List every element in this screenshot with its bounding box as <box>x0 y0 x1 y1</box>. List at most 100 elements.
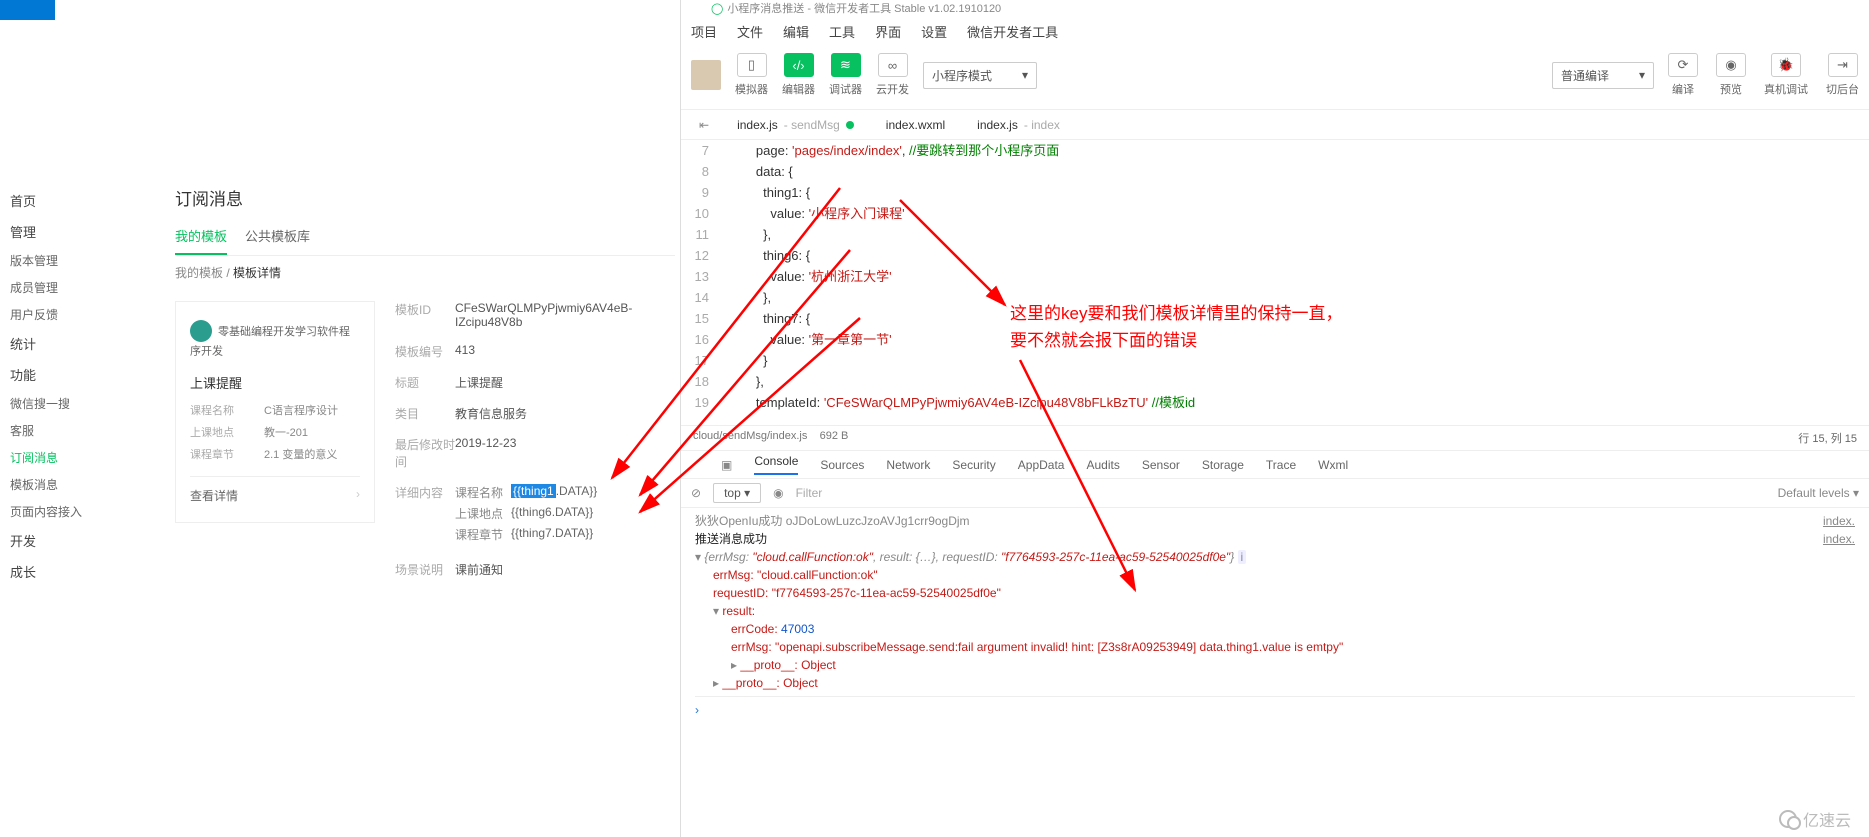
editor-statusbar: cloud/sendMsg/index.js 692 B 行 15, 列 15 <box>681 425 1869 451</box>
annotation-text: 这里的key要和我们模板详情里的保持一直， 要不然就会报下面的错误 <box>1010 300 1460 354</box>
file-tab[interactable]: index.wxml <box>872 113 959 137</box>
tab-my-templates[interactable]: 我的模板 <box>175 226 227 255</box>
detail-cat-value: 教育信息服务 <box>455 405 655 422</box>
detail-title-value: 上课提醒 <box>455 374 655 391</box>
template-preview-card: 零基础编程开发学习软件程序开发 上课提醒 课程名称C语言程序设计 上课地点教一-… <box>175 301 375 523</box>
detail-time-value: 2019-12-23 <box>455 436 655 470</box>
avatar <box>190 320 212 342</box>
editor-button[interactable]: ‹/›编辑器 <box>782 53 815 97</box>
nav-stats[interactable]: 统计 <box>0 328 110 359</box>
clear-console-icon[interactable]: ⊘ <box>691 486 701 500</box>
live-expression-icon[interactable]: ◉ <box>773 486 783 500</box>
ide-window: ◯小程序消息推送 - 微信开发者工具 Stable v1.02.1910120 … <box>680 0 1869 837</box>
nav-page-content[interactable]: 页面内容接入 <box>0 498 110 525</box>
nav-growth[interactable]: 成长 <box>0 556 110 587</box>
file-tabs: ⇤ index.js- sendMsg index.wxml index.js-… <box>681 110 1869 140</box>
card-row-k: 课程章节 <box>190 446 240 462</box>
nav-subscribe[interactable]: 订阅消息 <box>0 444 110 471</box>
window-title: ◯小程序消息推送 - 微信开发者工具 Stable v1.02.1910120 <box>681 0 1869 16</box>
menu-file[interactable]: 文件 <box>737 22 763 41</box>
nav-manage[interactable]: 管理 <box>0 216 110 247</box>
console-output[interactable]: 狄狄OpenIu成功 oJDoLowLuzcJzoAVJg1crr9ogDjmi… <box>681 508 1869 723</box>
tab-sensor[interactable]: Sensor <box>1142 458 1180 472</box>
card-row-k: 课程名称 <box>190 402 240 418</box>
mode-select[interactable]: 小程序模式▾ <box>923 62 1037 89</box>
blue-header-bar <box>0 0 55 20</box>
info-icon: i <box>1238 550 1247 564</box>
simulator-button[interactable]: ▯模拟器 <box>735 53 768 97</box>
tab-storage[interactable]: Storage <box>1202 458 1244 472</box>
breadcrumb: 我的模板 / 模板详情 <box>175 264 675 281</box>
app-name: 零基础编程开发学习软件程序开发 <box>190 326 350 358</box>
tab-trace[interactable]: Trace <box>1266 458 1296 472</box>
menu-tools[interactable]: 工具 <box>829 22 855 41</box>
card-row-k: 上课地点 <box>190 424 240 440</box>
tab-security[interactable]: Security <box>952 458 995 472</box>
tab-wxml[interactable]: Wxml <box>1318 458 1348 472</box>
nav-template-msg[interactable]: 模板消息 <box>0 471 110 498</box>
detail-cat-label: 类目 <box>395 405 455 422</box>
menu-ui[interactable]: 界面 <box>875 22 901 41</box>
detail-title-label: 标题 <box>395 374 455 391</box>
nav-features[interactable]: 功能 <box>0 359 110 390</box>
source-link[interactable]: index. <box>1823 530 1855 548</box>
crumb-root[interactable]: 我的模板 <box>175 266 223 280</box>
tab-appdata[interactable]: AppData <box>1018 458 1065 472</box>
menu-project[interactable]: 项目 <box>691 22 717 41</box>
body-v1: {{thing1.DATA}} <box>511 484 597 501</box>
menu-edit[interactable]: 编辑 <box>783 22 809 41</box>
detail-body-label: 详细内容 <box>395 484 455 547</box>
project-avatar <box>691 60 721 90</box>
tab-audits[interactable]: Audits <box>1086 458 1119 472</box>
card-row-v: 教一-201 <box>264 424 308 440</box>
detail-time-label: 最后修改时间 <box>395 436 455 470</box>
console-toolbar: ⊘ top ▾ ◉ Filter Default levels ▾ <box>681 479 1869 508</box>
nav-feedback[interactable]: 用户反馈 <box>0 301 110 328</box>
remote-debug-button[interactable]: 🐞真机调试 <box>1764 53 1808 97</box>
tab-public-templates[interactable]: 公共模板库 <box>245 226 310 255</box>
side-nav: 首页 管理 版本管理 成员管理 用户反馈 统计 功能 微信搜一搜 客服 订阅消息… <box>0 185 110 587</box>
nav-service[interactable]: 客服 <box>0 417 110 444</box>
detail-id-value: CFeSWarQLMPyPjwmiy6AV4eB-IZcipu48V8b <box>455 301 655 329</box>
body-k1: 课程名称 <box>455 484 511 501</box>
body-k3: 课程章节 <box>455 526 511 543</box>
debugger-button[interactable]: ≋调试器 <box>829 53 862 97</box>
detail-scene-value: 课前通知 <box>455 561 655 578</box>
detail-no-label: 模板编号 <box>395 343 455 360</box>
code-editor[interactable]: 78910111213141516171819 page: 'pages/ind… <box>681 140 1869 425</box>
nav-dev[interactable]: 开发 <box>0 525 110 556</box>
cursor-position: 行 15, 列 15 <box>1798 430 1857 446</box>
cloud-button[interactable]: ∞云开发 <box>876 53 909 97</box>
filter-input[interactable]: Filter <box>796 486 996 500</box>
tab-sources[interactable]: Sources <box>820 458 864 472</box>
menu-bar: 项目 文件 编辑 工具 界面 设置 微信开发者工具 <box>681 16 1869 47</box>
detail-no-value: 413 <box>455 343 655 360</box>
log-levels-select[interactable]: Default levels ▾ <box>1778 486 1859 500</box>
console-prompt[interactable]: › <box>695 696 1855 719</box>
compile-mode-select[interactable]: 普通编译▾ <box>1552 62 1654 89</box>
collapse-sidebar-icon[interactable]: ⇤ <box>689 118 719 132</box>
nav-search[interactable]: 微信搜一搜 <box>0 390 110 417</box>
watermark: 亿速云 <box>1779 807 1851 831</box>
chevron-right-icon: › <box>356 487 360 504</box>
inspect-icon[interactable]: ▣ <box>721 458 732 472</box>
context-select[interactable]: top ▾ <box>713 483 761 503</box>
nav-members[interactable]: 成员管理 <box>0 274 110 301</box>
background-button[interactable]: ⇥切后台 <box>1826 53 1859 97</box>
tab-console[interactable]: Console <box>754 454 798 475</box>
nav-version[interactable]: 版本管理 <box>0 247 110 274</box>
body-v2: {{thing6.DATA}} <box>511 505 593 522</box>
card-view-detail[interactable]: 查看详情› <box>190 476 360 504</box>
menu-settings[interactable]: 设置 <box>921 22 947 41</box>
compile-button[interactable]: ⟳编译 <box>1668 53 1698 97</box>
nav-home[interactable]: 首页 <box>0 185 110 216</box>
tab-network[interactable]: Network <box>886 458 930 472</box>
chevron-down-icon: ▾ <box>1022 68 1028 82</box>
menu-devtools[interactable]: 微信开发者工具 <box>967 22 1058 41</box>
page-title: 订阅消息 <box>175 185 675 210</box>
source-link[interactable]: index. <box>1823 512 1855 530</box>
file-tab[interactable]: index.js- index <box>963 113 1074 137</box>
preview-button[interactable]: ◉预览 <box>1716 53 1746 97</box>
detail-id-label: 模板ID <box>395 301 455 329</box>
file-tab[interactable]: index.js- sendMsg <box>723 113 868 137</box>
